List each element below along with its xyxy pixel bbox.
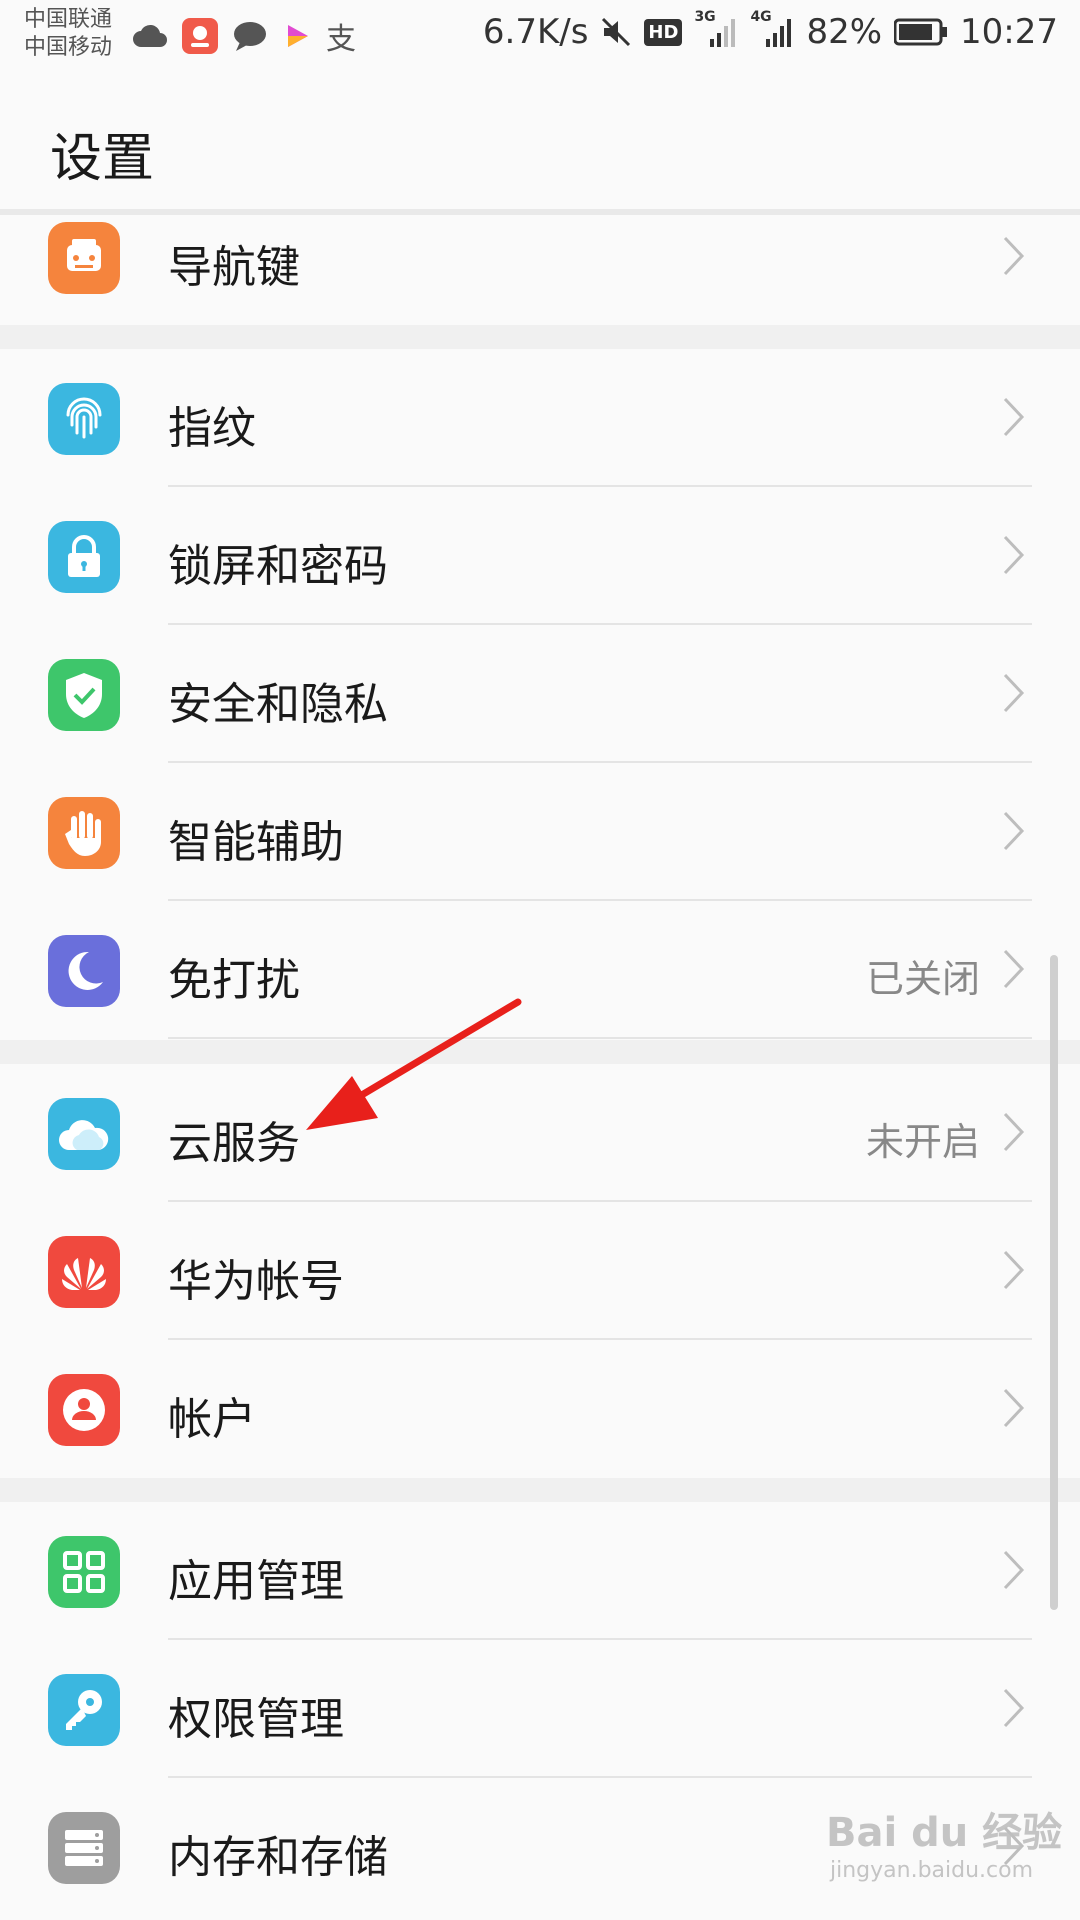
- settings-item-security-privacy[interactable]: 安全和隐私: [0, 625, 1080, 763]
- shield-check-icon: [48, 659, 120, 731]
- chevron-right-icon: [1003, 1688, 1025, 1728]
- settings-item-do-not-disturb[interactable]: 免打扰 已关闭: [0, 901, 1080, 1039]
- network-speed: 6.7K/s: [482, 12, 589, 52]
- settings-item-label: 权限管理: [168, 1694, 344, 1745]
- settings-item-account[interactable]: 帐户: [0, 1340, 1080, 1478]
- settings-item-value: 已关闭: [865, 957, 980, 1001]
- chevron-right-icon: [1003, 535, 1025, 575]
- account-icon: [48, 1374, 120, 1446]
- settings-item-app-management[interactable]: 应用管理: [0, 1502, 1080, 1640]
- storage-icon: [48, 1812, 120, 1884]
- chevron-right-icon: [1003, 1388, 1025, 1428]
- battery-percent: 82%: [806, 12, 883, 52]
- page-title: 设置: [50, 129, 155, 189]
- settings-item-label: 应用管理: [168, 1556, 344, 1607]
- carrier-2: 中国移动: [24, 35, 113, 60]
- settings-item-value: 未开启: [865, 1120, 980, 1164]
- settings-item-huawei-id[interactable]: 华为帐号: [0, 1202, 1080, 1340]
- video-play-icon: [288, 25, 308, 47]
- settings-item-label: 内存和存储: [168, 1832, 388, 1883]
- signal-4g-icon: 4G: [750, 9, 794, 49]
- alipay-icon: 支: [326, 22, 356, 57]
- settings-item-lock-screen[interactable]: 锁屏和密码: [0, 487, 1080, 625]
- cloud-status-icon: [133, 24, 167, 47]
- section-gap: [0, 325, 1080, 349]
- hd-badge: HD: [644, 18, 683, 46]
- lock-icon: [48, 521, 120, 593]
- chevron-right-icon: [1003, 397, 1025, 437]
- app-grid-icon: [48, 1536, 120, 1608]
- settings-item-smart-assist[interactable]: 智能辅助: [0, 763, 1080, 901]
- chevron-right-icon: [1003, 811, 1025, 851]
- status-bar: 中国联通 中国移动 支 6.7K/s HD 3G 4G 82% 10:27: [0, 0, 1080, 78]
- chevron-right-icon: [1003, 1112, 1025, 1152]
- jd-app-icon: [182, 18, 218, 54]
- settings-item-label: 免打扰: [168, 955, 300, 1006]
- settings-item-label: 华为帐号: [168, 1256, 344, 1307]
- chevron-right-icon: [1003, 1250, 1025, 1290]
- cloud-icon: [48, 1098, 120, 1170]
- chevron-right-icon: [1003, 673, 1025, 713]
- watermark-url: jingyan.baidu.com: [830, 1858, 1034, 1883]
- settings-item-label: 导航键: [168, 242, 300, 293]
- settings-item-label: 智能辅助: [168, 817, 344, 868]
- key-icon: [48, 1674, 120, 1746]
- chevron-right-icon: [1003, 949, 1025, 989]
- moon-icon: [48, 935, 120, 1007]
- scrollbar[interactable]: [1050, 955, 1058, 1610]
- carrier-labels: 中国联通 中国移动: [24, 6, 112, 62]
- settings-item-label: 云服务: [168, 1118, 300, 1169]
- signal-3g-icon: 3G: [694, 9, 738, 49]
- fingerprint-icon: [48, 383, 120, 455]
- settings-item-label: 指纹: [168, 403, 256, 454]
- huawei-logo-icon: [48, 1236, 120, 1308]
- section-gap: [0, 1478, 1080, 1502]
- chevron-right-icon: [1003, 236, 1025, 276]
- hand-icon: [48, 797, 120, 869]
- settings-item-fingerprint[interactable]: 指纹: [0, 349, 1080, 487]
- settings-item-label: 锁屏和密码: [168, 541, 388, 592]
- watermark-logo: Bai du 经验: [826, 1810, 1063, 1856]
- settings-item-navigation-key[interactable]: 导航键: [0, 188, 1080, 326]
- chat-bubble-icon: [234, 22, 266, 51]
- battery-icon: [894, 18, 948, 46]
- carrier-1: 中国联通: [24, 7, 113, 32]
- navigation-key-icon: [48, 222, 120, 294]
- chevron-right-icon: [1003, 1550, 1025, 1590]
- mute-icon: [602, 17, 631, 47]
- clock: 10:27: [960, 12, 1058, 52]
- section-gap: [0, 1040, 1080, 1064]
- settings-item-cloud-service[interactable]: 云服务 未开启: [0, 1064, 1080, 1202]
- settings-item-label: 帐户: [168, 1394, 256, 1445]
- settings-item-label: 安全和隐私: [168, 679, 388, 730]
- settings-item-permission-management[interactable]: 权限管理: [0, 1640, 1080, 1778]
- row-divider: [168, 1037, 1032, 1039]
